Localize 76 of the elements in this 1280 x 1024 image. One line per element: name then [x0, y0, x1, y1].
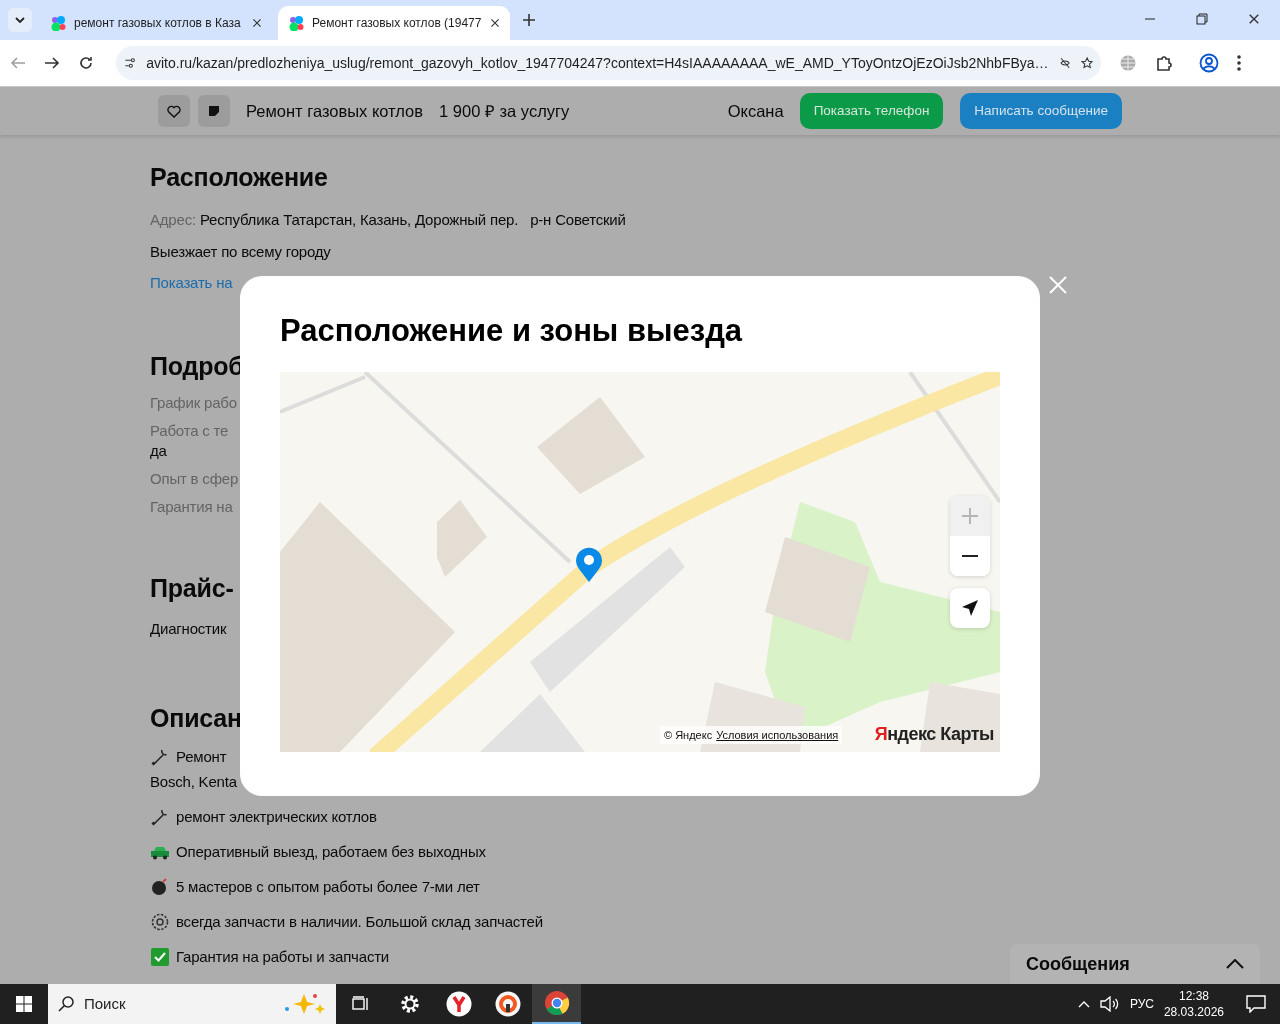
- y-app-icon[interactable]: [445, 991, 472, 1017]
- address-label: Адрес:: [150, 210, 196, 230]
- windows-logo-icon[interactable]: [16, 996, 32, 1012]
- modal-title: Расположение и зоны выезда: [280, 312, 744, 350]
- messages-title: Сообщения: [1026, 952, 1130, 976]
- listing-price: 1 900 ₽ за услугу: [439, 100, 570, 122]
- district-text: р-н Советский: [530, 210, 626, 230]
- messages-panel[interactable]: Сообщения: [1010, 944, 1260, 984]
- detail-label: График рабо: [150, 394, 237, 411]
- address-bar[interactable]: avito.ru/kazan/predlozheniya_uslug/remont_gazovyh_kotlov_1947704247?context=H4sIAAAAAAAA_wE_AMD_YToyOntzOjEzOiJsb2NhbFBya…: [116, 46, 1101, 80]
- heart-icon: [167, 104, 181, 118]
- navigation-arrow-icon: [961, 599, 979, 617]
- plus-icon[interactable]: [522, 13, 536, 27]
- description-line: Оперативный выезд, работаем без выходных: [176, 842, 486, 862]
- task-view-icon[interactable]: [351, 996, 370, 1012]
- description-line: Ремонт: [176, 747, 227, 767]
- travel-note: Выезжает по всему городу: [150, 243, 331, 260]
- locate-button[interactable]: [950, 588, 990, 628]
- keyboard-language[interactable]: РУС: [1129, 995, 1154, 1013]
- section-heading: Прайс-: [150, 573, 234, 604]
- gear-icon: [150, 912, 170, 932]
- forward-arrow-icon[interactable]: [44, 55, 60, 71]
- plus-icon: [961, 507, 979, 525]
- description-line: всегда запчасти в наличии. Большой склад запчастей: [176, 912, 543, 932]
- clock[interactable]: 12:38 28.03.2026: [1163, 988, 1224, 1020]
- browser-tab[interactable]: ремонт газовых котлов в Каза: [40, 6, 272, 40]
- dots-icon: [50, 15, 66, 31]
- seller-name: Оксана: [727, 100, 784, 122]
- bomb-icon: [150, 877, 170, 897]
- notification-icon[interactable]: [1246, 995, 1266, 1013]
- browser-tab[interactable]: Ремонт газовых котлов (19477: [278, 6, 510, 40]
- location-pin-icon: [575, 547, 603, 583]
- detail-label: Гарантия на: [150, 498, 233, 515]
- description-line: 5 мастеров с опытом работы более 7-ми лет: [176, 877, 480, 897]
- minus-icon: [962, 554, 978, 558]
- search-icon: [58, 996, 74, 1012]
- terms-link[interactable]: Условия использования: [716, 726, 839, 743]
- close-icon[interactable]: [490, 18, 500, 28]
- close-icon[interactable]: [1248, 13, 1260, 25]
- star-icon[interactable]: [1080, 54, 1093, 72]
- check-mark-icon: [150, 947, 170, 967]
- map-logo[interactable]: Яндекс Карты: [874, 721, 994, 748]
- gear-icon[interactable]: [399, 994, 420, 1014]
- reload-icon[interactable]: [78, 55, 94, 71]
- puzzle-icon[interactable]: [1155, 54, 1173, 72]
- chevron-down-icon: [15, 16, 25, 24]
- taskbar-search-field[interactable]: Поиск: [48, 984, 336, 1024]
- section-heading: Описан: [150, 703, 242, 734]
- close-icon: [1048, 274, 1068, 295]
- wheel-app-icon[interactable]: [543, 990, 570, 1016]
- speaker-icon[interactable]: [1099, 996, 1120, 1012]
- attribution-text: © Яндекс: [664, 727, 713, 743]
- note-button[interactable]: [198, 95, 230, 127]
- chevron-up-icon[interactable]: [1226, 959, 1244, 969]
- description-line: ремонт электрических котлов: [176, 807, 377, 827]
- site-settings-icon[interactable]: [124, 55, 137, 71]
- note-icon: [208, 105, 220, 117]
- close-icon[interactable]: [252, 18, 262, 28]
- section-heading: Подроб: [150, 351, 244, 382]
- description-line: Гарантия на работы и запчасти: [176, 947, 390, 967]
- detail-label: Опыт в сфер: [150, 470, 239, 487]
- detail-value: да: [150, 442, 167, 459]
- dots-icon: [288, 15, 304, 31]
- favorite-button[interactable]: [158, 95, 190, 127]
- address-text: Республика Татарстан, Казань, Дорожный пер.: [199, 210, 519, 230]
- listing-title: Ремонт газовых котлов: [246, 100, 424, 122]
- sparkle-icon: [282, 992, 326, 1016]
- description-line: Bosch, Kenta: [150, 773, 237, 790]
- price-row: Диагностик: [150, 620, 227, 637]
- detail-label: Работа с те: [150, 422, 229, 439]
- menu-icon[interactable]: [1237, 55, 1241, 71]
- tab-list-button[interactable]: [8, 8, 32, 32]
- restore-icon[interactable]: [1196, 13, 1208, 25]
- ring-app-icon[interactable]: [494, 991, 521, 1017]
- section-heading: Расположение: [150, 162, 328, 193]
- profile-icon[interactable]: [1199, 53, 1219, 73]
